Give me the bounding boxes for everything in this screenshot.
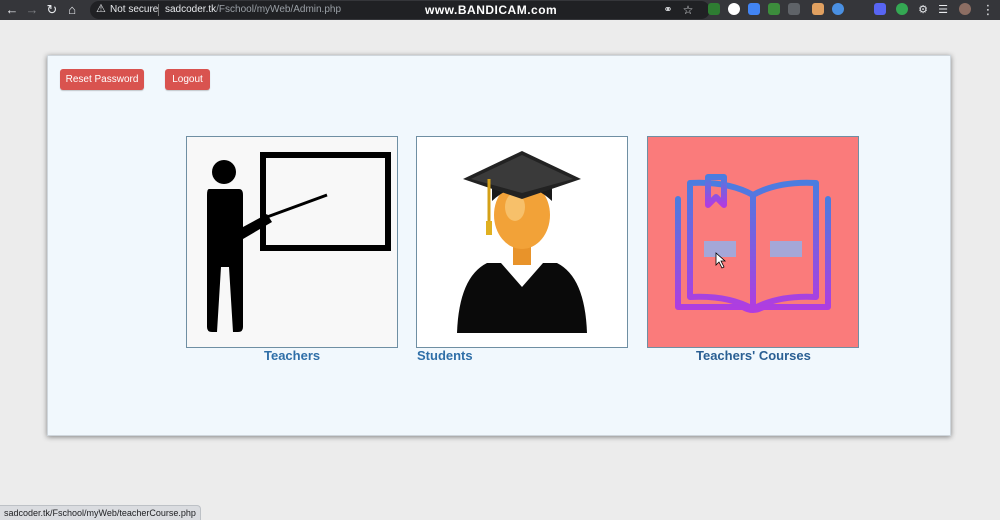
teachers-courses-card[interactable] (647, 136, 859, 348)
puzzle-icon[interactable]: ⚙ (915, 2, 931, 18)
reload-icon[interactable]: ↻ (44, 2, 60, 18)
url-host: sadcoder.tk (165, 4, 217, 15)
extension-icon[interactable] (896, 3, 908, 15)
open-book-icon (648, 137, 858, 347)
extension-icon[interactable] (708, 3, 720, 15)
students-link[interactable]: Students (417, 348, 473, 363)
students-card[interactable] (416, 136, 628, 348)
reset-password-button[interactable]: Reset Password (60, 69, 144, 90)
omnibox-divider (158, 4, 159, 16)
home-icon[interactable]: ⌂ (64, 2, 80, 18)
bookmark-star-icon[interactable]: ☆ (680, 2, 696, 18)
extension-icon[interactable] (874, 3, 886, 15)
extension-icon[interactable] (832, 3, 844, 15)
url-path: /Fschool/myWeb/Admin.php (216, 4, 342, 15)
logout-button[interactable]: Logout (165, 69, 210, 90)
extension-icon[interactable] (728, 3, 740, 15)
teachers-link[interactable]: Teachers (264, 348, 320, 363)
warning-icon: ⚠ (96, 3, 106, 15)
reading-list-icon[interactable]: ☰ (935, 2, 951, 18)
graduate-student-icon (417, 137, 627, 347)
teachers-courses-link[interactable]: Teachers' Courses (696, 348, 811, 363)
avatar[interactable] (959, 3, 971, 15)
teacher-pointing-board-icon (187, 137, 397, 347)
security-label[interactable]: Not secure (110, 4, 158, 15)
address-bar[interactable]: ⚠ Not secure sadcoder.tk/Fschool/myWeb/A… (90, 1, 710, 19)
teachers-card[interactable] (186, 136, 398, 348)
url-text[interactable]: sadcoder.tk/Fschool/myWeb/Admin.php (165, 4, 341, 15)
back-icon[interactable]: ← (4, 2, 20, 18)
extension-icon[interactable] (812, 3, 824, 15)
browser-toolbar: ← → ↻ ⌂ ⚠ Not secure sadcoder.tk/Fschool… (0, 0, 1000, 20)
admin-panel: Reset Password Logout Teachers Students … (47, 55, 951, 436)
forward-icon[interactable]: → (24, 2, 40, 18)
status-bar-url: sadcoder.tk/Fschool/myWeb/teacherCourse.… (0, 505, 201, 520)
translate-icon[interactable] (748, 3, 760, 15)
extension-icon[interactable] (768, 3, 780, 15)
kebab-menu-icon[interactable]: ⋮ (980, 2, 996, 18)
bandicam-watermark: www.BANDICAM.com (425, 3, 558, 17)
extension-icon[interactable] (788, 3, 800, 15)
key-icon[interactable]: ⚭ (660, 2, 676, 18)
